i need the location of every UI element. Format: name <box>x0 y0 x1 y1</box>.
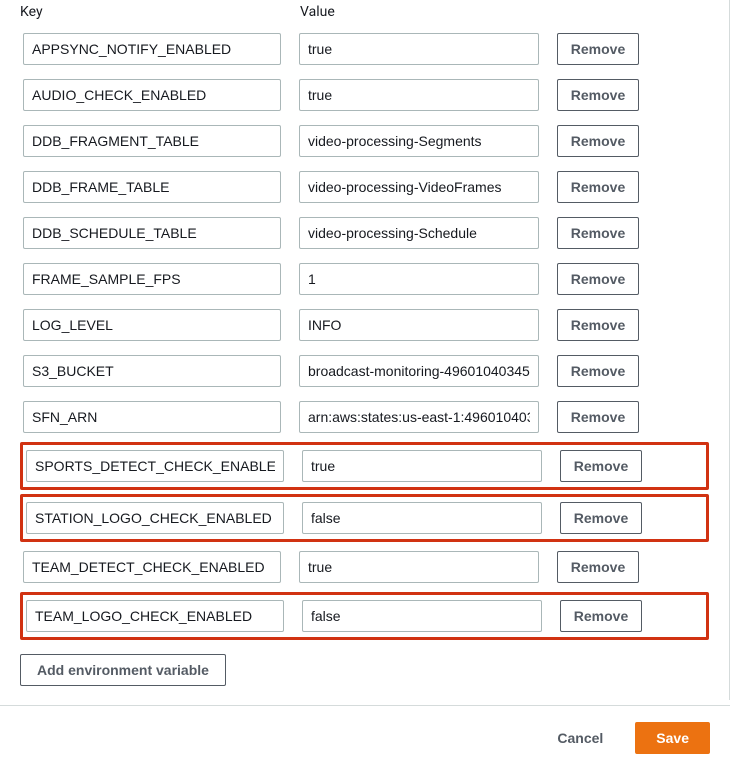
env-var-row: Remove <box>20 164 709 210</box>
env-value-input[interactable] <box>299 355 539 387</box>
env-var-row: Remove <box>20 592 709 640</box>
env-value-input[interactable] <box>302 600 542 632</box>
remove-button[interactable]: Remove <box>560 600 642 632</box>
env-value-input[interactable] <box>302 502 542 534</box>
remove-button[interactable]: Remove <box>557 551 639 583</box>
env-rows-container: Remove Remove Remove Remove Remove Remove Remo… <box>20 26 709 642</box>
env-var-row: Remove <box>20 256 709 302</box>
env-value-input[interactable] <box>302 450 542 482</box>
add-env-var-button[interactable]: Add environment variable <box>20 654 226 686</box>
save-button[interactable]: Save <box>635 722 710 754</box>
env-key-input[interactable] <box>26 600 284 632</box>
env-key-input[interactable] <box>23 79 281 111</box>
remove-button[interactable]: Remove <box>557 125 639 157</box>
env-key-input[interactable] <box>23 401 281 433</box>
remove-button[interactable]: Remove <box>557 217 639 249</box>
remove-button[interactable]: Remove <box>560 450 642 482</box>
env-value-input[interactable] <box>299 79 539 111</box>
env-value-input[interactable] <box>299 125 539 157</box>
env-key-input[interactable] <box>26 450 284 482</box>
env-key-input[interactable] <box>23 125 281 157</box>
env-var-row: Remove <box>20 494 709 542</box>
env-key-input[interactable] <box>23 171 281 203</box>
env-key-input[interactable] <box>23 551 281 583</box>
env-value-input[interactable] <box>299 263 539 295</box>
env-var-row: Remove <box>20 118 709 164</box>
env-key-input[interactable] <box>23 355 281 387</box>
env-variables-panel: Key Value RemoveRemoveRemoveRemoveRemove… <box>0 0 730 700</box>
value-column-header: Value <box>300 4 540 20</box>
cancel-button[interactable]: Cancel <box>541 724 619 752</box>
remove-button[interactable]: Remove <box>557 33 639 65</box>
footer-actions: Cancel Save <box>0 705 730 770</box>
remove-button[interactable]: Remove <box>557 79 639 111</box>
remove-button[interactable]: Remove <box>557 355 639 387</box>
key-column-header: Key <box>20 4 280 20</box>
env-key-input[interactable] <box>23 33 281 65</box>
column-headers: Key Value <box>20 0 709 26</box>
env-value-input[interactable] <box>299 33 539 65</box>
remove-button[interactable]: Remove <box>557 171 639 203</box>
remove-button[interactable]: Remove <box>560 502 642 534</box>
env-value-input[interactable] <box>299 217 539 249</box>
env-var-row: Remove <box>20 210 709 256</box>
env-var-row: Remove <box>20 348 709 394</box>
env-value-input[interactable] <box>299 401 539 433</box>
env-var-row: Remove <box>20 544 709 590</box>
remove-button[interactable]: Remove <box>557 401 639 433</box>
remove-button[interactable]: Remove <box>557 263 639 295</box>
env-key-input[interactable] <box>23 309 281 341</box>
env-var-row: Remove <box>20 26 709 72</box>
env-key-input[interactable] <box>23 263 281 295</box>
env-key-input[interactable] <box>26 502 284 534</box>
env-var-row: Remove <box>20 442 709 490</box>
env-var-row: Remove <box>20 394 709 440</box>
env-key-input[interactable] <box>23 217 281 249</box>
env-value-input[interactable] <box>299 309 539 341</box>
env-var-row: Remove <box>20 72 709 118</box>
remove-button[interactable]: Remove <box>557 309 639 341</box>
env-value-input[interactable] <box>299 171 539 203</box>
env-var-row: Remove <box>20 302 709 348</box>
env-value-input[interactable] <box>299 551 539 583</box>
